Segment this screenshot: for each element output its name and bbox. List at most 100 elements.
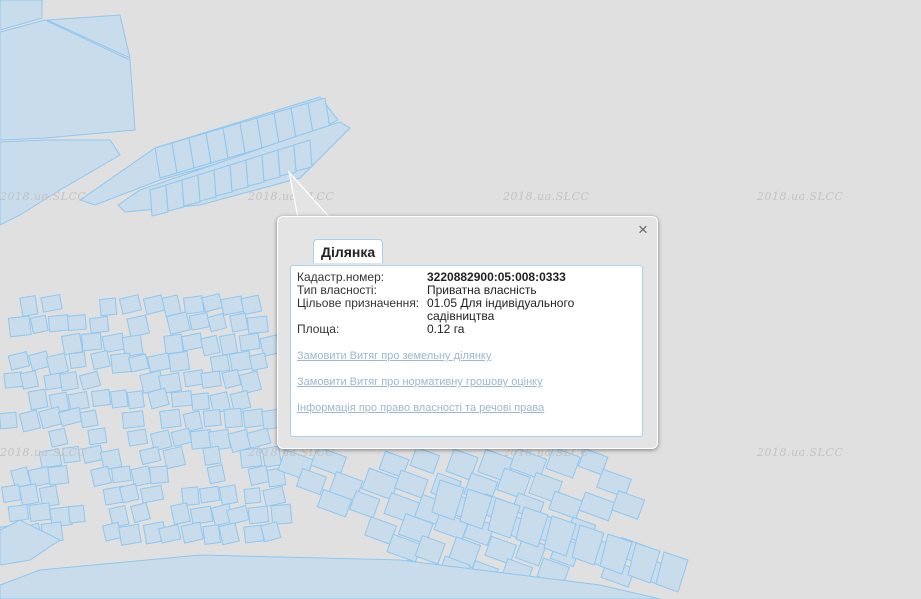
parcel-shape[interactable] bbox=[0, 139, 121, 226]
order-valuation-extract-link[interactable]: Замовити Витяг про нормативну грошову оц… bbox=[297, 376, 544, 402]
parcel-shape[interactable] bbox=[165, 179, 185, 212]
parcel-shape[interactable] bbox=[101, 332, 126, 354]
parcel-shape[interactable] bbox=[90, 349, 112, 371]
parcel-shape[interactable] bbox=[260, 521, 282, 543]
parcel-shape[interactable] bbox=[29, 314, 49, 335]
parcel-shape[interactable] bbox=[218, 484, 239, 506]
parcel-shape[interactable] bbox=[101, 521, 123, 542]
parcel-shape[interactable] bbox=[578, 491, 616, 522]
parcel-shape[interactable] bbox=[89, 465, 113, 488]
parcel-shape[interactable] bbox=[243, 487, 262, 505]
parcel-shape[interactable] bbox=[180, 332, 204, 352]
parcel-shape[interactable] bbox=[238, 370, 263, 395]
parcel-shape[interactable] bbox=[181, 174, 201, 207]
parcel-shape[interactable] bbox=[223, 407, 243, 429]
parcel-shape[interactable] bbox=[163, 333, 184, 355]
parcel-shape[interactable] bbox=[19, 295, 39, 317]
parcel-shape[interactable] bbox=[1, 484, 22, 504]
parcel-shape[interactable] bbox=[277, 144, 297, 177]
parcel-shape[interactable] bbox=[246, 315, 269, 335]
order-land-extract-link[interactable]: Замовити Витяг про земельну ділянку bbox=[297, 350, 544, 376]
parcel-shape[interactable] bbox=[248, 352, 269, 372]
parcel-shape[interactable] bbox=[109, 389, 129, 409]
parcel-shape[interactable] bbox=[118, 523, 142, 546]
parcel-shape[interactable] bbox=[200, 370, 222, 389]
parcel-shape[interactable] bbox=[548, 490, 583, 520]
parcel-shape[interactable] bbox=[98, 297, 118, 317]
parcel-shape[interactable] bbox=[240, 294, 263, 316]
parcel-shape[interactable] bbox=[228, 350, 253, 373]
parcel-shape[interactable] bbox=[167, 350, 191, 373]
parcel-shape[interactable] bbox=[28, 502, 52, 523]
ownership-rights-link[interactable]: Інформація про право власності та речові… bbox=[297, 402, 544, 428]
parcel-shape[interactable] bbox=[393, 469, 429, 499]
parcel-shape[interactable] bbox=[201, 292, 224, 313]
parcel-shape[interactable] bbox=[68, 351, 87, 370]
parcel-shape[interactable] bbox=[47, 314, 70, 333]
parcel-shape[interactable] bbox=[409, 446, 441, 475]
parcel-shape[interactable] bbox=[88, 315, 110, 334]
parcel-shape[interactable] bbox=[60, 332, 84, 356]
parcel-shape[interactable] bbox=[126, 428, 149, 447]
parcel-shape[interactable] bbox=[180, 521, 205, 544]
parcel-shape[interactable] bbox=[199, 334, 221, 357]
parcel-shape[interactable] bbox=[206, 312, 228, 333]
parcel-shape[interactable] bbox=[139, 484, 165, 504]
parcel-shape[interactable] bbox=[142, 294, 166, 315]
parcel-shape[interactable] bbox=[165, 311, 191, 335]
parcel-shape[interactable] bbox=[611, 490, 646, 520]
parcel-shape[interactable] bbox=[161, 294, 182, 318]
parcel-shape[interactable] bbox=[19, 370, 40, 390]
parcel-shape[interactable] bbox=[218, 333, 239, 356]
parcel-shape[interactable] bbox=[0, 411, 18, 430]
parcel-shape[interactable] bbox=[247, 505, 270, 525]
parcel-shape[interactable] bbox=[261, 149, 281, 182]
parcel-shape[interactable] bbox=[48, 427, 69, 448]
parcel-shape[interactable] bbox=[79, 409, 99, 429]
parcel-shape[interactable] bbox=[270, 503, 293, 526]
parcel-shape[interactable] bbox=[202, 524, 222, 545]
parcel-shape[interactable] bbox=[170, 502, 191, 526]
parcel-shape[interactable] bbox=[127, 353, 150, 373]
parcel-shape[interactable] bbox=[130, 465, 153, 488]
parcel-shape[interactable] bbox=[47, 464, 70, 486]
parcel-shape[interactable] bbox=[121, 410, 145, 429]
parcel-shape[interactable] bbox=[7, 503, 30, 523]
parcel-shape[interactable] bbox=[162, 445, 187, 470]
parcel-shape[interactable] bbox=[110, 465, 132, 484]
parcel-shape[interactable] bbox=[247, 464, 270, 486]
parcel-shape[interactable] bbox=[293, 139, 313, 172]
parcel-shape[interactable] bbox=[38, 406, 64, 430]
parcel-shape[interactable] bbox=[159, 408, 182, 429]
parcel-shape[interactable] bbox=[170, 390, 193, 408]
parcel-shape[interactable] bbox=[67, 504, 86, 524]
parcel-shape[interactable] bbox=[130, 501, 151, 524]
parcel-shape[interactable] bbox=[126, 390, 145, 410]
parcel-shape[interactable] bbox=[126, 314, 151, 338]
parcel-shape[interactable] bbox=[198, 485, 221, 504]
parcel-shape[interactable] bbox=[27, 388, 49, 411]
parcel-shape[interactable] bbox=[218, 522, 240, 546]
parcel-shape[interactable] bbox=[58, 371, 80, 392]
parcel-shape[interactable] bbox=[66, 314, 87, 332]
parcel-shape[interactable] bbox=[242, 408, 265, 429]
parcel-shape[interactable] bbox=[262, 485, 287, 508]
parcel-shape[interactable] bbox=[213, 164, 233, 197]
parcel-shape[interactable] bbox=[229, 312, 249, 333]
parcel-shape[interactable] bbox=[148, 465, 169, 485]
parcel-shape[interactable] bbox=[190, 392, 211, 412]
parcel-shape[interactable] bbox=[7, 351, 31, 371]
parcel-shape[interactable] bbox=[7, 315, 32, 338]
parcel-shape[interactable] bbox=[118, 294, 143, 315]
close-icon[interactable]: × bbox=[636, 221, 650, 238]
parcel-shape[interactable] bbox=[18, 409, 42, 433]
parcel-shape[interactable] bbox=[138, 446, 162, 466]
parcel-shape[interactable] bbox=[40, 294, 63, 313]
parcel-shape[interactable] bbox=[206, 464, 226, 485]
parcel-shape[interactable] bbox=[209, 353, 231, 374]
parcel-shape[interactable] bbox=[45, 352, 70, 377]
parcel-shape[interactable] bbox=[197, 169, 217, 202]
parcel-shape[interactable] bbox=[87, 427, 108, 446]
parcel-shape[interactable] bbox=[245, 154, 265, 187]
parcel-shape[interactable] bbox=[78, 370, 102, 391]
